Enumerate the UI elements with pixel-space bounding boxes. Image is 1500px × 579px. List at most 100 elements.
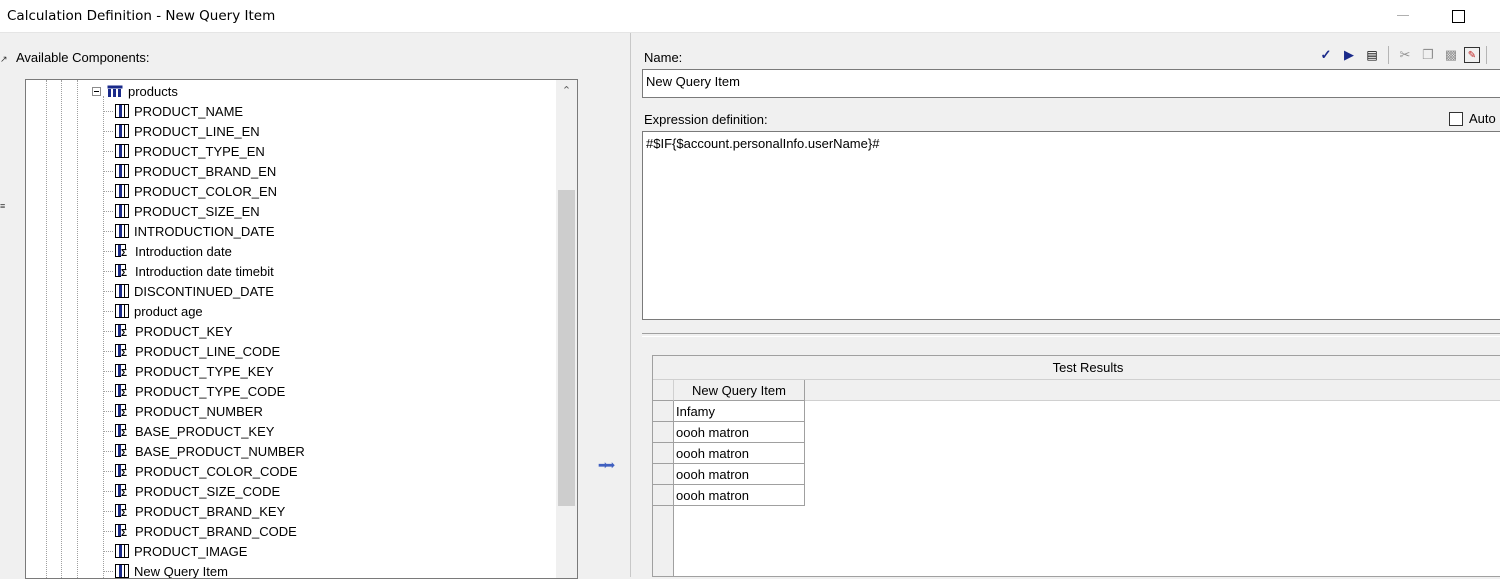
row-header[interactable] — [653, 443, 674, 464]
tree-scrollbar[interactable]: ⌃ — [556, 80, 577, 578]
tree-branch-line — [103, 491, 113, 492]
edge-mark-icon: ≡ — [0, 201, 6, 211]
tree-item[interactable]: Σ BASE_PRODUCT_KEY — [115, 421, 274, 441]
tree-item[interactable]: PRODUCT_NAME — [115, 101, 243, 121]
column-icon — [115, 564, 129, 578]
row-header[interactable] — [653, 464, 674, 485]
result-cell[interactable]: oooh matron — [674, 485, 805, 506]
calculated-column-icon: Σ — [115, 383, 130, 399]
tree-item-label: BASE_PRODUCT_KEY — [135, 423, 275, 439]
minimize-button[interactable] — [1392, 4, 1416, 28]
tree-item[interactable]: DISCONTINUED_DATE — [115, 281, 274, 301]
tree-item[interactable]: Σ PRODUCT_KEY — [115, 321, 233, 341]
tree-item[interactable]: Σ PRODUCT_NUMBER — [115, 401, 263, 421]
tree-item-label: PRODUCT_COLOR_CODE — [135, 463, 298, 479]
horizontal-splitter[interactable] — [642, 333, 1500, 334]
scroll-thumb[interactable] — [558, 190, 575, 506]
tree-branch-line — [103, 371, 113, 372]
tree-branch-line — [103, 411, 113, 412]
column-icon — [115, 104, 129, 118]
expression-editor[interactable]: #$IF{$account.personalInfo.userName}# — [642, 131, 1500, 320]
scroll-up-icon[interactable]: ⌃ — [556, 80, 577, 101]
name-field[interactable]: New Query Item — [642, 69, 1500, 98]
tree-item[interactable]: PRODUCT_TYPE_EN — [115, 141, 265, 161]
horizontal-splitter-highlight — [642, 336, 1500, 337]
tree-item-label: PRODUCT_SIZE_CODE — [135, 483, 281, 499]
available-components-label: Available Components: — [16, 50, 150, 65]
tree-item-label: New Query Item — [134, 563, 228, 579]
tree-item[interactable]: Σ PRODUCT_TYPE_KEY — [115, 361, 274, 381]
tree-item[interactable]: Σ PRODUCT_LINE_CODE — [115, 341, 280, 361]
tree-item[interactable]: Σ PRODUCT_SIZE_CODE — [115, 481, 280, 501]
copy-icon[interactable]: ❐ — [1418, 45, 1438, 65]
tree-guide-line — [77, 80, 78, 578]
tree-item-label: product age — [134, 303, 203, 319]
tree-item[interactable]: PRODUCT_LINE_EN — [115, 121, 260, 141]
tree-branch-line — [103, 171, 113, 172]
row-header[interactable] — [653, 422, 674, 443]
test-results-title: Test Results — [653, 356, 1500, 380]
tree-item[interactable]: Σ PRODUCT_COLOR_CODE — [115, 461, 298, 481]
maximize-button[interactable] — [1448, 6, 1468, 26]
tree-item[interactable]: PRODUCT_IMAGE — [115, 541, 247, 561]
expression-label: Expression definition: — [644, 112, 768, 127]
result-cell[interactable]: Infamy — [674, 401, 805, 422]
result-cell[interactable]: oooh matron — [674, 422, 805, 443]
tree-item[interactable]: INTRODUCTION_DATE — [115, 221, 275, 241]
tree-item[interactable]: Σ BASE_PRODUCT_NUMBER — [115, 441, 305, 461]
tree-node-products[interactable]: products — [92, 81, 178, 101]
tree-item[interactable]: Σ Introduction date — [115, 241, 232, 261]
tree-branch-line — [103, 131, 113, 132]
calculated-column-icon: Σ — [115, 523, 130, 539]
tree-branch-line — [103, 431, 113, 432]
auto-checkbox[interactable]: Auto — [1449, 111, 1496, 126]
tree-item[interactable]: product age — [115, 301, 203, 321]
tree-item-label: INTRODUCTION_DATE — [134, 223, 275, 239]
calculated-column-icon: Σ — [115, 503, 130, 519]
clear-icon[interactable]: ✎ — [1464, 47, 1480, 63]
column-icon — [115, 124, 129, 138]
toolbar-separator — [1486, 46, 1487, 64]
column-icon — [115, 304, 129, 318]
tree-branch-line — [103, 331, 113, 332]
auto-checkbox-box[interactable] — [1449, 111, 1463, 126]
tree-item[interactable]: Σ Introduction date timebit — [115, 261, 274, 281]
tree-item-label: Introduction date timebit — [135, 263, 274, 279]
tree-item-label: PRODUCT_TYPE_KEY — [135, 363, 274, 379]
collapse-icon[interactable] — [92, 86, 101, 96]
column-header[interactable]: New Query Item — [673, 380, 805, 401]
cut-icon[interactable]: ✂ — [1395, 45, 1415, 65]
tree-item[interactable]: Σ PRODUCT_TYPE_CODE — [115, 381, 285, 401]
row-header[interactable] — [653, 401, 674, 422]
validate-icon[interactable]: ✓ — [1316, 45, 1336, 65]
test-results-grid: Test Results New Query Item Infamy oooh … — [652, 355, 1500, 577]
tree-item-label: PRODUCT_SIZE_EN — [134, 203, 260, 219]
tree-item-label: PRODUCT_TYPE_EN — [134, 143, 265, 159]
column-icon — [115, 164, 129, 178]
tree-item-label: Introduction date — [135, 243, 232, 259]
tree-item[interactable]: PRODUCT_BRAND_EN — [115, 161, 276, 181]
result-cell[interactable]: oooh matron — [674, 443, 805, 464]
calculated-column-icon: Σ — [115, 463, 130, 479]
insert-arrow-icon[interactable]: ➡➡ — [598, 458, 615, 472]
tree-item-label: PRODUCT_BRAND_CODE — [135, 523, 297, 539]
result-cell[interactable]: oooh matron — [674, 464, 805, 485]
components-tree[interactable]: products PRODUCT_NAME PRODUCT_LINE_EN PRODU… — [25, 79, 578, 579]
tree-item[interactable]: PRODUCT_COLOR_EN — [115, 181, 277, 201]
tree-item[interactable]: Σ PRODUCT_BRAND_CODE — [115, 521, 297, 541]
paste-icon[interactable]: ▩ — [1441, 45, 1461, 65]
tree-item[interactable]: Σ PRODUCT_BRAND_KEY — [115, 501, 285, 521]
toolbar-separator — [1388, 46, 1389, 64]
calculation-definition-dialog: Calculation Definition - New Query Item … — [0, 0, 1500, 579]
tree-branch-line — [103, 451, 113, 452]
tree-branch-line — [103, 231, 113, 232]
run-icon[interactable]: ▶ — [1339, 45, 1359, 65]
calculated-column-icon: Σ — [115, 323, 130, 339]
properties-icon[interactable]: ▤ — [1362, 45, 1382, 65]
tree-item[interactable]: New Query Item — [115, 561, 228, 579]
pane-divider[interactable] — [630, 33, 631, 577]
column-header-fill — [805, 380, 1500, 401]
tree-item[interactable]: PRODUCT_SIZE_EN — [115, 201, 260, 221]
row-header[interactable] — [653, 485, 674, 506]
tree-item-label: PRODUCT_COLOR_EN — [134, 183, 278, 199]
